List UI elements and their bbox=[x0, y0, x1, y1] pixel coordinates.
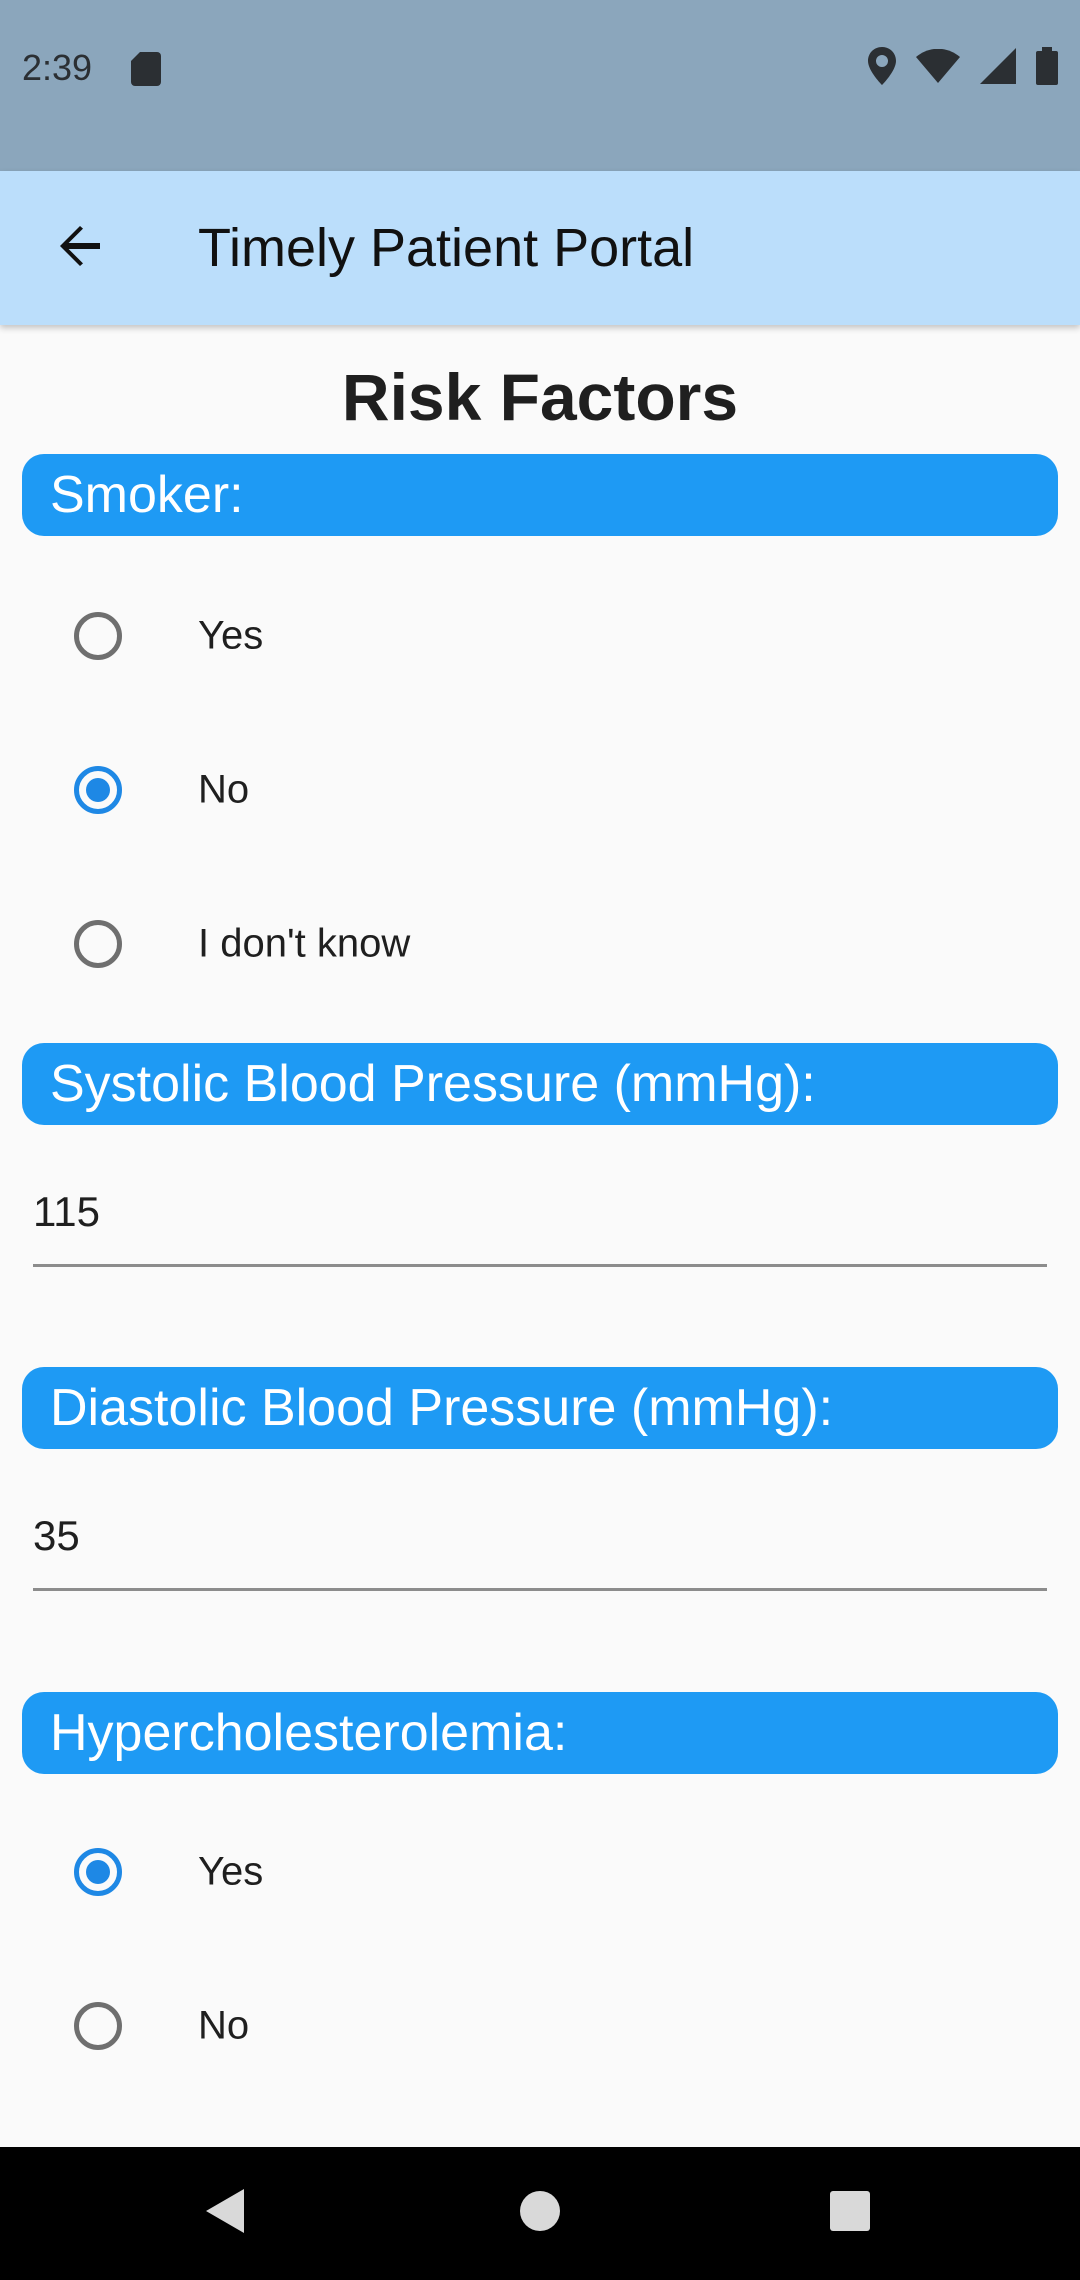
diastolic-value[interactable]: 35 bbox=[33, 1512, 80, 1560]
nav-back-button[interactable] bbox=[186, 2173, 266, 2253]
back-button[interactable] bbox=[40, 208, 120, 288]
radio-unselected-icon[interactable] bbox=[74, 2002, 122, 2050]
systolic-value[interactable]: 115 bbox=[33, 1188, 100, 1236]
recents-square-icon bbox=[829, 2190, 871, 2237]
diastolic-header: Diastolic Blood Pressure (mmHg): bbox=[22, 1367, 1058, 1449]
nav-home-button[interactable] bbox=[500, 2173, 580, 2253]
nav-recents-button[interactable] bbox=[810, 2173, 890, 2253]
radio-selected-icon[interactable] bbox=[74, 766, 122, 814]
page-title: Risk Factors bbox=[341, 360, 739, 434]
smoker-option-no[interactable]: No bbox=[0, 713, 1080, 867]
radio-label: Yes bbox=[198, 613, 264, 658]
systolic-header: Systolic Blood Pressure (mmHg): bbox=[22, 1043, 1058, 1125]
smoker-option-yes[interactable]: Yes bbox=[0, 559, 1080, 713]
smoker-header: Smoker: bbox=[22, 454, 1058, 536]
hypercholesterolemia-option-yes[interactable]: Yes bbox=[0, 1795, 1080, 1949]
cell-signal-icon bbox=[980, 47, 1016, 89]
radio-label: Yes bbox=[198, 1849, 264, 1894]
radio-label: No bbox=[198, 2003, 250, 2048]
radio-selected-icon[interactable] bbox=[74, 1848, 122, 1896]
status-time: 2:39 bbox=[22, 47, 93, 88]
sd-card-icon bbox=[131, 52, 161, 86]
hypercholesterolemia-option-no[interactable]: No bbox=[0, 1949, 1080, 2103]
status-icons bbox=[868, 46, 1058, 90]
back-triangle-icon bbox=[204, 2187, 248, 2240]
radio-unselected-icon[interactable] bbox=[74, 612, 122, 660]
status-bar: 2:39 bbox=[0, 0, 1080, 171]
system-nav-bar bbox=[0, 2147, 1080, 2280]
risk-factors-form: Risk Factors Smoker: Yes No I don't know… bbox=[0, 325, 1080, 2147]
radio-label: No bbox=[198, 767, 250, 812]
radio-unselected-icon[interactable] bbox=[74, 920, 122, 968]
systolic-input[interactable]: 115 bbox=[33, 1174, 1047, 1267]
arrow-back-icon bbox=[56, 222, 104, 275]
app-title: Timely Patient Portal bbox=[198, 218, 695, 278]
home-circle-icon bbox=[519, 2190, 561, 2237]
wifi-icon bbox=[916, 48, 960, 88]
diastolic-input[interactable]: 35 bbox=[33, 1498, 1047, 1591]
battery-icon bbox=[1036, 46, 1058, 90]
smoker-option-unknown[interactable]: I don't know bbox=[0, 867, 1080, 1021]
hypercholesterolemia-header: Hypercholesterolemia: bbox=[22, 1692, 1058, 1774]
location-icon bbox=[868, 46, 896, 90]
radio-label: I don't know bbox=[198, 921, 411, 966]
app-bar: Timely Patient Portal bbox=[0, 171, 1080, 325]
